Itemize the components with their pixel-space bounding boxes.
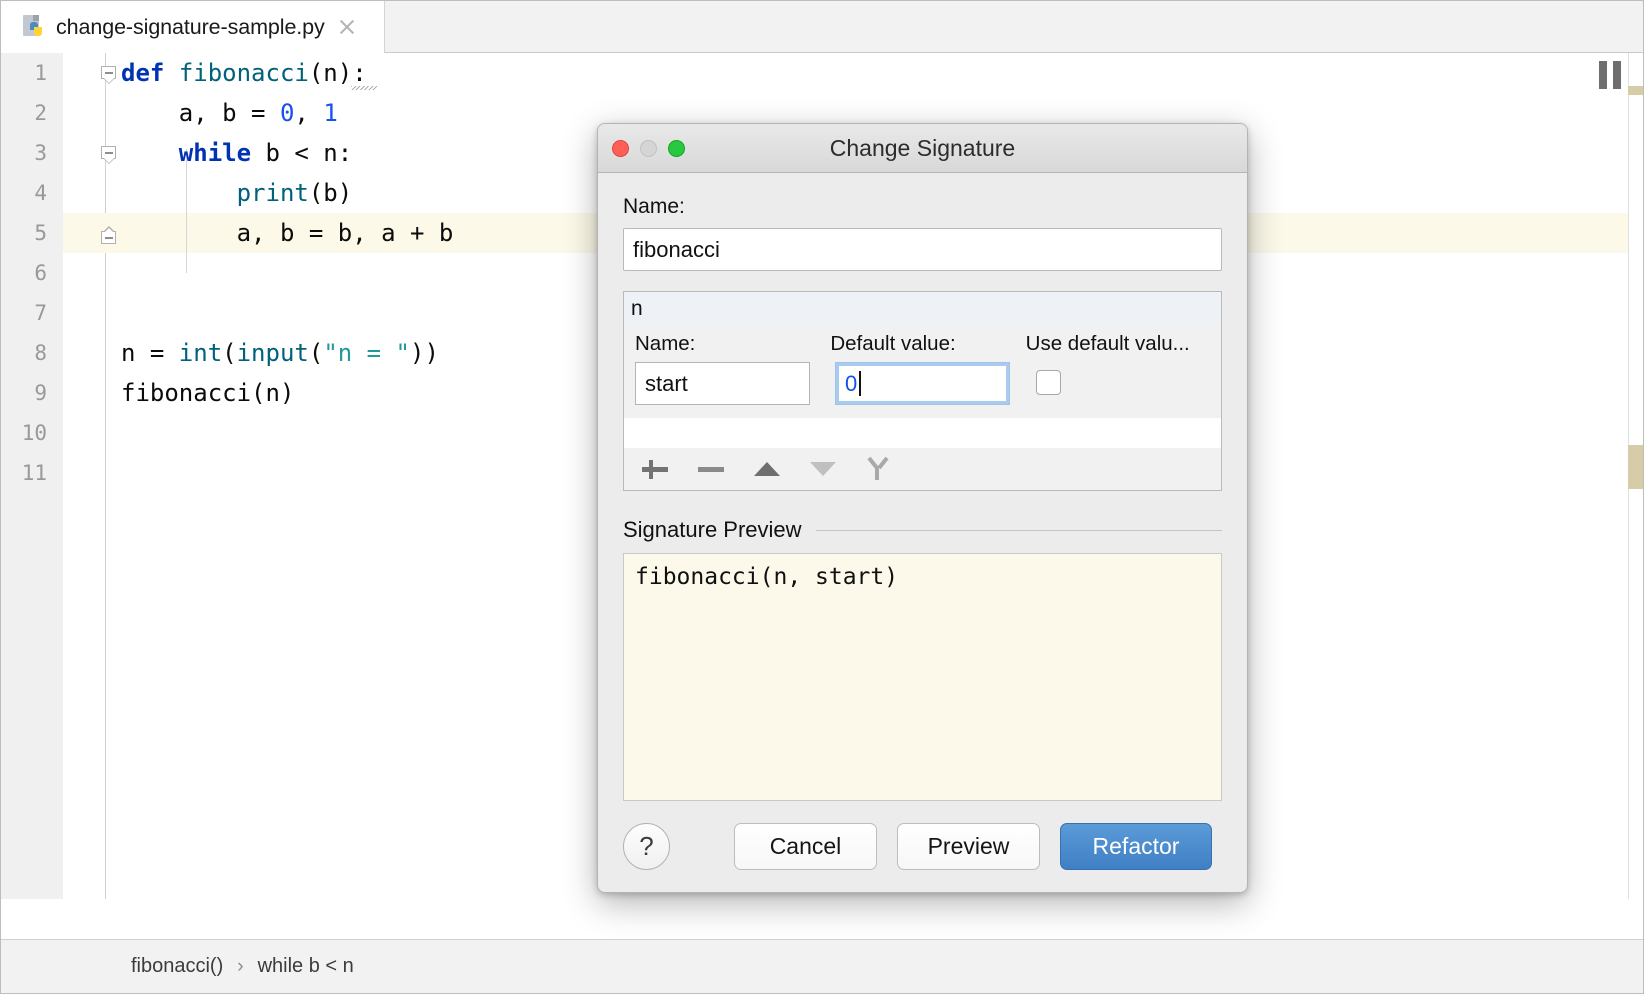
column-header-default-value: Default value:	[830, 332, 1025, 356]
parameter-default-value-text: 0	[845, 371, 857, 397]
code-line: print(b)	[107, 173, 352, 213]
line-number: 3	[1, 133, 47, 173]
breadcrumb-item-function[interactable]: fibonacci()	[131, 955, 223, 978]
code-folding-gutter[interactable]	[63, 53, 106, 899]
signature-preview-title: Signature Preview	[623, 517, 802, 543]
breadcrumb-bar: fibonacci() › while b < n	[1, 939, 1644, 993]
parameters-panel: n Name: Default value: Use default valu.…	[623, 291, 1222, 491]
arrow-down-icon[interactable]	[806, 452, 840, 486]
minimize-window-icon[interactable]	[640, 140, 657, 157]
window-controls	[612, 140, 685, 157]
cancel-button[interactable]: Cancel	[734, 823, 877, 870]
marker-highlight[interactable]	[1628, 445, 1644, 489]
change-signature-dialog: Change Signature Name: fibonacci n Name:…	[597, 123, 1248, 893]
minus-icon[interactable]	[694, 452, 728, 486]
marker-highlight[interactable]	[1628, 86, 1644, 95]
parameter-name-input[interactable]: start	[635, 362, 810, 405]
parameter-fields: start 0	[635, 362, 1221, 405]
close-window-icon[interactable]	[612, 140, 629, 157]
line-number: 6	[1, 253, 47, 293]
editor-tab-bar: change-signature-sample.py	[1, 1, 1644, 53]
line-number: 11	[1, 453, 47, 493]
line-number: 8	[1, 333, 47, 373]
signature-preview-header: Signature Preview	[623, 517, 1222, 543]
parameter-column-headers: Name: Default value: Use default valu...	[635, 326, 1221, 356]
code-line: a, b = 0, 1	[107, 93, 338, 133]
plus-icon[interactable]	[638, 452, 672, 486]
breadcrumb-item-while[interactable]: while b < n	[258, 955, 354, 978]
code-line: def fibonacci(n):	[107, 53, 367, 93]
parameter-group-header: n	[624, 292, 1221, 326]
parameter-group-label: n	[631, 297, 643, 321]
screen: change-signature-sample.py 1 2 3 4 5 6 7…	[0, 0, 1644, 994]
line-number: 7	[1, 293, 47, 333]
code-line: a, b = b, a + b	[107, 213, 453, 253]
code-line: while b < n:	[107, 133, 352, 173]
line-number: 1	[1, 53, 47, 93]
pause-icon[interactable]	[1597, 61, 1623, 89]
use-default-value-checkbox[interactable]	[1036, 370, 1061, 395]
text-caret	[859, 371, 861, 396]
editor-tab-label: change-signature-sample.py	[56, 15, 325, 40]
help-button[interactable]: ?	[623, 823, 670, 870]
dialog-button-row: ? Cancel Preview Refactor	[623, 823, 1222, 870]
dialog-title: Change Signature	[830, 135, 1015, 162]
parameter-toolbar	[624, 448, 1221, 490]
zoom-window-icon[interactable]	[668, 140, 685, 157]
line-number: 10	[1, 413, 47, 453]
close-icon[interactable]	[337, 17, 357, 37]
section-divider	[816, 530, 1222, 531]
dialog-body: Name: fibonacci n Name: Default value: U…	[598, 173, 1247, 870]
parameter-row: Name: Default value: Use default valu...…	[624, 326, 1221, 418]
inspection-squiggle	[351, 86, 377, 90]
column-header-name: Name:	[635, 332, 830, 356]
line-number: 4	[1, 173, 47, 213]
fork-icon[interactable]	[862, 452, 896, 486]
breadcrumb-separator-icon: ›	[237, 956, 243, 978]
function-name-input[interactable]: fibonacci	[623, 228, 1222, 271]
parameter-default-value-input[interactable]: 0	[835, 362, 1010, 405]
refactor-button[interactable]: Refactor	[1060, 823, 1212, 870]
code-line: n = int(input("n = "))	[107, 333, 439, 373]
line-number: 5	[1, 213, 47, 253]
parameter-empty-row[interactable]	[624, 418, 1221, 449]
column-header-use-default-value: Use default valu...	[1026, 332, 1221, 356]
line-number: 9	[1, 373, 47, 413]
signature-preview-box: fibonacci(n, start)	[623, 553, 1222, 801]
preview-button[interactable]: Preview	[897, 823, 1040, 870]
dialog-title-bar[interactable]: Change Signature	[598, 124, 1247, 173]
code-line: fibonacci(n)	[107, 373, 294, 413]
python-file-icon	[23, 15, 45, 39]
editor-marker-strip[interactable]	[1628, 53, 1644, 899]
editor-tab[interactable]: change-signature-sample.py	[1, 1, 385, 53]
arrow-up-icon[interactable]	[750, 452, 784, 486]
line-number: 2	[1, 93, 47, 133]
name-label: Name:	[623, 195, 1222, 219]
